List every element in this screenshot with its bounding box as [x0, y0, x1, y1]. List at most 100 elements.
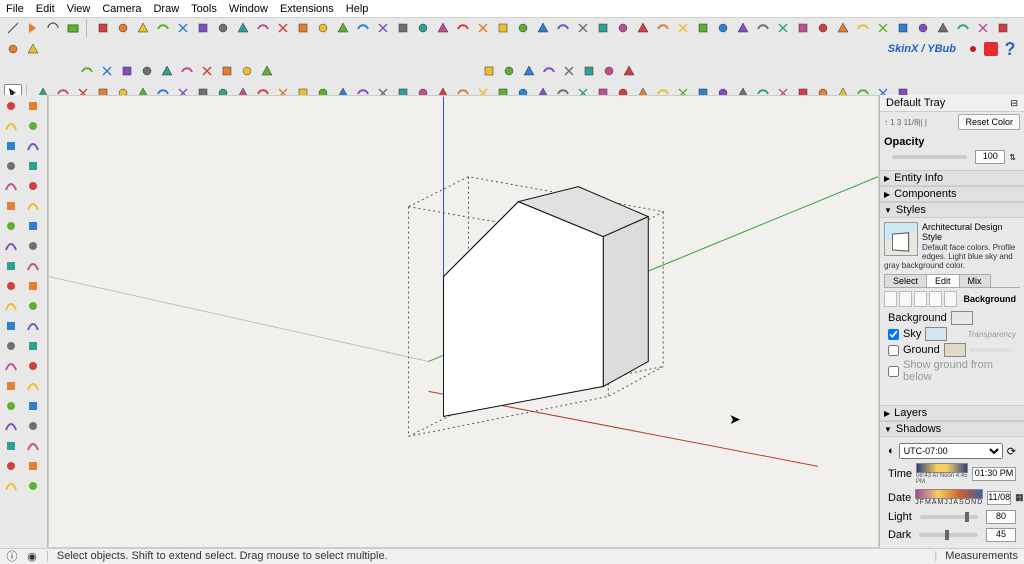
left-tool-btn[interactable] — [24, 97, 42, 115]
menu-file[interactable]: File — [6, 3, 24, 15]
toolbar-btn[interactable] — [134, 19, 152, 37]
toolbar-btn[interactable] — [494, 19, 512, 37]
left-tool-btn[interactable] — [24, 377, 42, 395]
left-tool-btn[interactable] — [24, 457, 42, 475]
toolbar-btn[interactable] — [258, 62, 276, 80]
dark-slider[interactable] — [919, 533, 978, 537]
left-tool-btn[interactable] — [24, 317, 42, 335]
toolbar-btn[interactable] — [24, 19, 42, 37]
viewport-3d[interactable]: ➤ — [48, 95, 879, 548]
status-help-icon[interactable]: ⓘ — [6, 550, 18, 562]
time-slider[interactable] — [916, 463, 968, 473]
model-house[interactable] — [444, 187, 649, 417]
left-tool-btn[interactable] — [24, 417, 42, 435]
toolbar-btn[interactable] — [620, 62, 638, 80]
time-value[interactable]: 01:30 PM — [972, 467, 1016, 481]
brand-help-icon[interactable]: ? — [1000, 39, 1020, 59]
toolbar-btn[interactable] — [98, 62, 116, 80]
left-tool-btn[interactable] — [2, 217, 20, 235]
left-tool-btn[interactable] — [2, 357, 20, 375]
left-tool-btn[interactable] — [2, 377, 20, 395]
background-settings-icon[interactable] — [914, 291, 927, 307]
toolbar-btn[interactable] — [540, 62, 558, 80]
toolbar-btn[interactable] — [854, 19, 872, 37]
toolbar-btn[interactable] — [64, 19, 82, 37]
left-tool-btn[interactable] — [2, 277, 20, 295]
menu-edit[interactable]: Edit — [36, 3, 55, 15]
toolbar-btn[interactable] — [334, 19, 352, 37]
left-tool-btn[interactable] — [24, 237, 42, 255]
toolbar-btn[interactable] — [754, 19, 772, 37]
left-tool-btn[interactable] — [2, 457, 20, 475]
toolbar-btn[interactable] — [600, 62, 618, 80]
toolbar-btn[interactable] — [118, 62, 136, 80]
toolbar-btn[interactable] — [454, 19, 472, 37]
toolbar-btn[interactable] — [78, 62, 96, 80]
toolbar-btn[interactable] — [954, 19, 972, 37]
brand-red-icon[interactable] — [984, 42, 998, 56]
menu-window[interactable]: Window — [229, 3, 268, 15]
opacity-stepper-icon[interactable]: ⇅ — [1009, 153, 1016, 162]
edge-settings-icon[interactable] — [884, 291, 897, 307]
toolbar-btn[interactable] — [4, 40, 22, 58]
date-slider[interactable] — [915, 489, 983, 499]
toolbar-btn[interactable] — [580, 62, 598, 80]
brand-dot-icon[interactable] — [964, 40, 982, 58]
panel-components[interactable]: ▶Components — [880, 186, 1024, 202]
ground-swatch[interactable] — [944, 343, 966, 357]
toolbar-btn[interactable] — [594, 19, 612, 37]
show-ground-checkbox[interactable] — [888, 366, 899, 377]
toolbar-btn[interactable] — [138, 62, 156, 80]
toolbar-btn[interactable] — [198, 62, 216, 80]
light-slider[interactable] — [920, 515, 978, 519]
toolbar-btn[interactable] — [234, 19, 252, 37]
left-tool-btn[interactable] — [24, 257, 42, 275]
sky-checkbox[interactable] — [888, 329, 899, 340]
left-tool-btn[interactable] — [24, 197, 42, 215]
left-tool-btn[interactable] — [24, 297, 42, 315]
toolbar-btn[interactable] — [254, 19, 272, 37]
left-tool-btn[interactable] — [24, 177, 42, 195]
left-tool-btn[interactable] — [2, 137, 20, 155]
toolbar-btn[interactable] — [714, 19, 732, 37]
toolbar-btn[interactable] — [374, 19, 392, 37]
modeling-settings-icon[interactable] — [944, 291, 957, 307]
left-tool-btn[interactable] — [24, 437, 42, 455]
left-tool-btn[interactable] — [2, 397, 20, 415]
toolbar-btn[interactable] — [994, 19, 1012, 37]
panel-styles[interactable]: ▼Styles — [880, 202, 1024, 218]
toolbar-btn[interactable] — [560, 62, 578, 80]
toolbar-btn[interactable] — [554, 19, 572, 37]
toolbar-btn[interactable] — [934, 19, 952, 37]
toolbar-btn[interactable] — [794, 19, 812, 37]
tab-edit[interactable]: Edit — [926, 274, 960, 287]
left-tool-btn[interactable] — [2, 237, 20, 255]
toolbar-btn[interactable] — [24, 40, 42, 58]
toolbar-btn[interactable] — [274, 19, 292, 37]
toolbar-btn[interactable] — [114, 19, 132, 37]
toolbar-btn[interactable] — [4, 19, 22, 37]
toolbar-btn[interactable] — [178, 62, 196, 80]
left-tool-btn[interactable] — [24, 157, 42, 175]
toolbar-btn[interactable] — [394, 19, 412, 37]
left-tool-btn[interactable] — [2, 437, 20, 455]
toolbar-btn[interactable] — [158, 62, 176, 80]
toolbar-btn[interactable] — [474, 19, 492, 37]
left-tool-btn[interactable] — [24, 337, 42, 355]
menu-camera[interactable]: Camera — [102, 3, 141, 15]
toolbar-btn[interactable] — [214, 19, 232, 37]
panel-entity-info[interactable]: ▶Entity Info — [880, 170, 1024, 186]
left-tool-btn[interactable] — [2, 257, 20, 275]
toolbar-btn[interactable] — [500, 62, 518, 80]
toolbar-btn[interactable] — [218, 62, 236, 80]
toolbar-btn[interactable] — [674, 19, 692, 37]
left-tool-btn[interactable] — [24, 477, 42, 495]
tab-select[interactable]: Select — [884, 274, 927, 287]
menu-draw[interactable]: Draw — [153, 3, 179, 15]
shadows-refresh-icon[interactable]: ⟳ — [1007, 445, 1016, 458]
dark-value[interactable]: 45 — [986, 528, 1016, 542]
panel-layers[interactable]: ▶Layers — [880, 405, 1024, 421]
left-tool-btn[interactable] — [2, 297, 20, 315]
opacity-slider[interactable] — [892, 155, 967, 159]
toolbar-btn[interactable] — [314, 19, 332, 37]
